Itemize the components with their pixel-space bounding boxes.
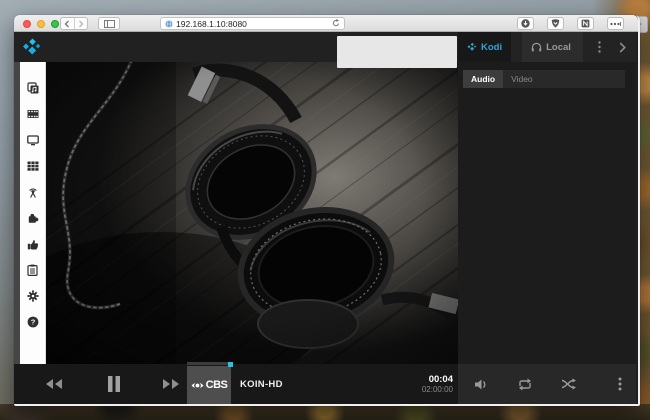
pause-button[interactable] bbox=[107, 364, 121, 404]
reload-icon[interactable] bbox=[332, 19, 340, 28]
back-icon bbox=[64, 20, 70, 27]
sidebar-item-browser[interactable] bbox=[26, 160, 40, 172]
progress-track[interactable] bbox=[187, 362, 228, 365]
sidebar-item-help[interactable]: ? bbox=[26, 316, 40, 328]
sidebar-item-tv-shows[interactable] bbox=[26, 134, 40, 146]
clipper-button[interactable] bbox=[577, 17, 594, 30]
subtab-video[interactable]: Video bbox=[503, 70, 541, 88]
volume-icon bbox=[475, 379, 486, 389]
downloads-button[interactable] bbox=[517, 17, 534, 30]
browser-titlebar bbox=[14, 15, 638, 32]
total-duration: 02:00:00 bbox=[421, 385, 453, 394]
dots-vertical-icon bbox=[618, 377, 622, 391]
forward-button[interactable] bbox=[73, 18, 88, 29]
repeat-button[interactable] bbox=[517, 364, 533, 404]
clipper-icon bbox=[581, 19, 590, 28]
sidebar-item-movies[interactable] bbox=[26, 108, 40, 120]
sidebar-item-playlists[interactable] bbox=[26, 264, 40, 276]
volume-button[interactable] bbox=[474, 364, 489, 404]
shuffle-icon bbox=[561, 378, 576, 390]
kodi-icon bbox=[467, 42, 477, 51]
cbs-eye-icon bbox=[191, 381, 204, 389]
sidebar-toggle-button[interactable] bbox=[98, 17, 120, 30]
music-icon bbox=[26, 82, 38, 94]
right-panel-header-icons bbox=[598, 32, 636, 62]
tab-local-label: Local bbox=[546, 41, 571, 53]
addons-icon bbox=[28, 213, 38, 223]
more-icon bbox=[610, 21, 621, 26]
downloads-icon bbox=[521, 19, 530, 28]
search-box[interactable] bbox=[337, 36, 468, 68]
network-logo-text: CBS bbox=[205, 379, 228, 391]
toolbar-extension-buttons bbox=[517, 17, 624, 30]
live-tv-icon bbox=[28, 188, 37, 198]
desktop-wallpaper-foliage-bottom bbox=[0, 404, 650, 420]
sidebar-item-thumbs-up[interactable] bbox=[26, 238, 40, 250]
shield-button[interactable] bbox=[547, 17, 564, 30]
playlist-footer bbox=[458, 364, 636, 404]
fast-forward-button[interactable] bbox=[162, 364, 181, 404]
thumbs-up-icon bbox=[27, 239, 38, 249]
zoom-button[interactable] bbox=[51, 19, 59, 28]
sidebar-item-live-tv[interactable] bbox=[26, 186, 40, 198]
kodi-logo-icon[interactable] bbox=[22, 37, 42, 57]
time-display: 00:04 02:00:00 bbox=[422, 364, 453, 404]
elapsed-time: 00:04 bbox=[428, 374, 453, 385]
playlists-icon bbox=[27, 264, 38, 276]
shuffle-button[interactable] bbox=[561, 364, 577, 404]
browser-icon bbox=[27, 161, 38, 171]
repeat-icon bbox=[519, 378, 531, 390]
shield-icon bbox=[551, 19, 560, 28]
player-bar: CBS KOIN-HD 00:04 02:00:00 bbox=[14, 364, 458, 404]
page-content: Kodi Local ? Audio Video CBS KOIN-HD 00:… bbox=[14, 32, 636, 404]
window-controls bbox=[23, 19, 59, 28]
forward-icon bbox=[78, 20, 84, 27]
tv-shows-icon bbox=[26, 134, 39, 145]
rewind-icon bbox=[46, 379, 62, 389]
browser-window: Kodi Local bbox=[14, 15, 640, 406]
progress-playhead[interactable] bbox=[228, 362, 233, 367]
more-extensions-button[interactable] bbox=[607, 17, 624, 30]
tab-local[interactable]: Local bbox=[522, 32, 584, 62]
headphones-icon bbox=[531, 42, 542, 52]
address-bar[interactable] bbox=[160, 17, 345, 30]
right-panel-header: Kodi Local bbox=[458, 32, 636, 62]
settings-icon bbox=[26, 290, 39, 302]
tab-kodi-label: Kodi bbox=[481, 41, 503, 53]
back-button[interactable] bbox=[61, 18, 74, 29]
sidebar-item-settings[interactable] bbox=[26, 290, 40, 302]
right-panel-body: Audio Video bbox=[458, 62, 636, 364]
rewind-button[interactable] bbox=[44, 364, 63, 404]
sidebar-item-addons[interactable] bbox=[26, 212, 40, 224]
fast-forward-icon bbox=[163, 379, 179, 389]
minimize-button[interactable] bbox=[37, 19, 45, 28]
now-playing-fanart bbox=[46, 62, 458, 364]
url-input[interactable] bbox=[176, 18, 329, 29]
dots-vertical-icon[interactable] bbox=[598, 41, 601, 53]
player-menu-button[interactable] bbox=[618, 364, 622, 404]
playlist-subtabs: Audio Video bbox=[463, 70, 625, 88]
chevron-right-icon[interactable] bbox=[619, 41, 626, 53]
svg-text:?: ? bbox=[30, 318, 35, 327]
sidebar-nav: ? bbox=[20, 62, 46, 364]
sidebar-icon bbox=[103, 19, 115, 28]
sidebar-item-music[interactable] bbox=[26, 82, 40, 94]
search-input[interactable] bbox=[351, 47, 468, 57]
now-playing-thumbnail[interactable]: CBS bbox=[187, 366, 231, 404]
help-icon: ? bbox=[27, 316, 38, 328]
pause-icon bbox=[108, 376, 120, 392]
globe-icon bbox=[165, 19, 173, 28]
history-nav-group bbox=[60, 17, 88, 30]
subtab-audio[interactable]: Audio bbox=[463, 70, 504, 88]
station-label: KOIN-HD bbox=[240, 378, 283, 390]
movies-icon bbox=[27, 110, 38, 118]
close-button[interactable] bbox=[23, 19, 31, 28]
